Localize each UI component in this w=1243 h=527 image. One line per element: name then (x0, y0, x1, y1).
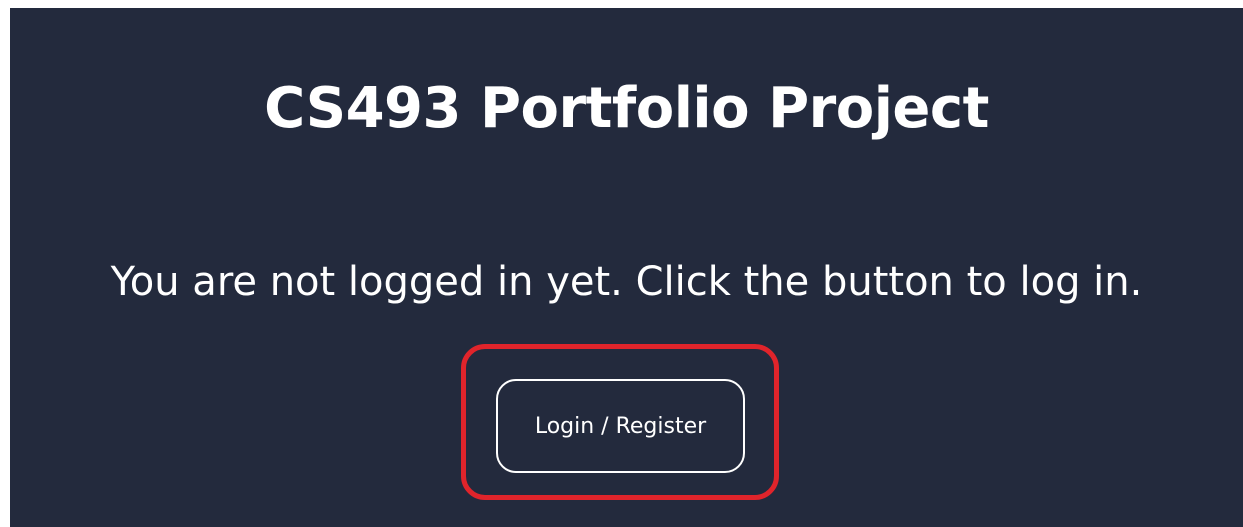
login-status-message: You are not logged in yet. Click the but… (110, 259, 1143, 305)
page-container: CS493 Portfolio Project You are not logg… (10, 8, 1243, 527)
login-register-button[interactable]: Login / Register (496, 379, 745, 473)
page-title: CS493 Portfolio Project (264, 76, 989, 141)
